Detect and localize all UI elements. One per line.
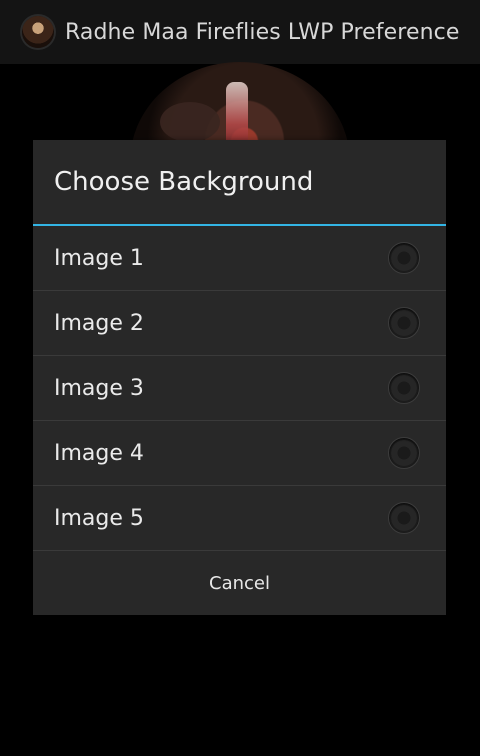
app-title: Radhe Maa Fireflies LWP Preference bbox=[65, 19, 460, 45]
list-item-image-4[interactable]: Image 4 bbox=[33, 421, 446, 486]
option-label: Image 2 bbox=[54, 310, 144, 336]
option-label: Image 4 bbox=[54, 440, 144, 466]
radio-button-icon[interactable] bbox=[388, 307, 420, 339]
list-item-image-3[interactable]: Image 3 bbox=[33, 356, 446, 421]
option-label: Image 5 bbox=[54, 505, 144, 531]
action-bar: Radhe Maa Fireflies LWP Preference bbox=[0, 0, 480, 64]
radio-button-icon[interactable] bbox=[388, 437, 420, 469]
list-item-image-2[interactable]: Image 2 bbox=[33, 291, 446, 356]
dialog-title: Choose Background bbox=[33, 140, 446, 226]
radio-button-icon[interactable] bbox=[388, 372, 420, 404]
list-item-image-5[interactable]: Image 5 bbox=[33, 486, 446, 551]
app-avatar-icon[interactable] bbox=[22, 16, 54, 48]
cancel-button[interactable]: Cancel bbox=[33, 551, 446, 615]
radio-button-icon[interactable] bbox=[388, 502, 420, 534]
option-label: Image 3 bbox=[54, 375, 144, 401]
list-item-image-1[interactable]: Image 1 bbox=[33, 226, 446, 291]
option-label: Image 1 bbox=[54, 245, 144, 271]
option-list: Image 1 Image 2 Image 3 Image 4 Image 5 bbox=[33, 226, 446, 551]
choose-background-dialog: Choose Background Image 1 Image 2 Image … bbox=[33, 140, 446, 615]
radio-button-icon[interactable] bbox=[388, 242, 420, 274]
